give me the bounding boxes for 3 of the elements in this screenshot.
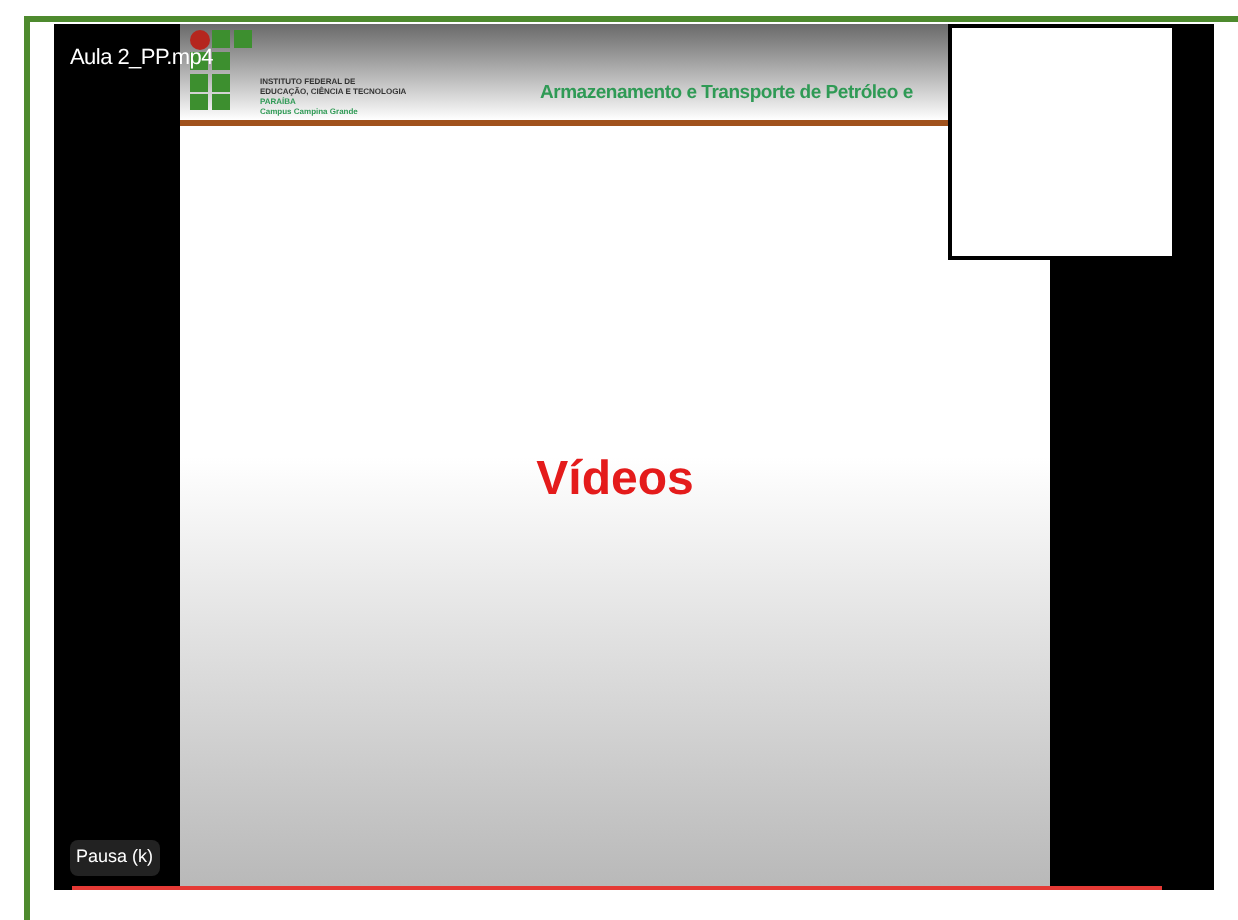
slide-header-title: Armazenamento e Transporte de Petróleo e (540, 80, 913, 108)
slide-heading: Vídeos (536, 450, 694, 510)
tooltip: Pausa (k) (70, 840, 160, 875)
